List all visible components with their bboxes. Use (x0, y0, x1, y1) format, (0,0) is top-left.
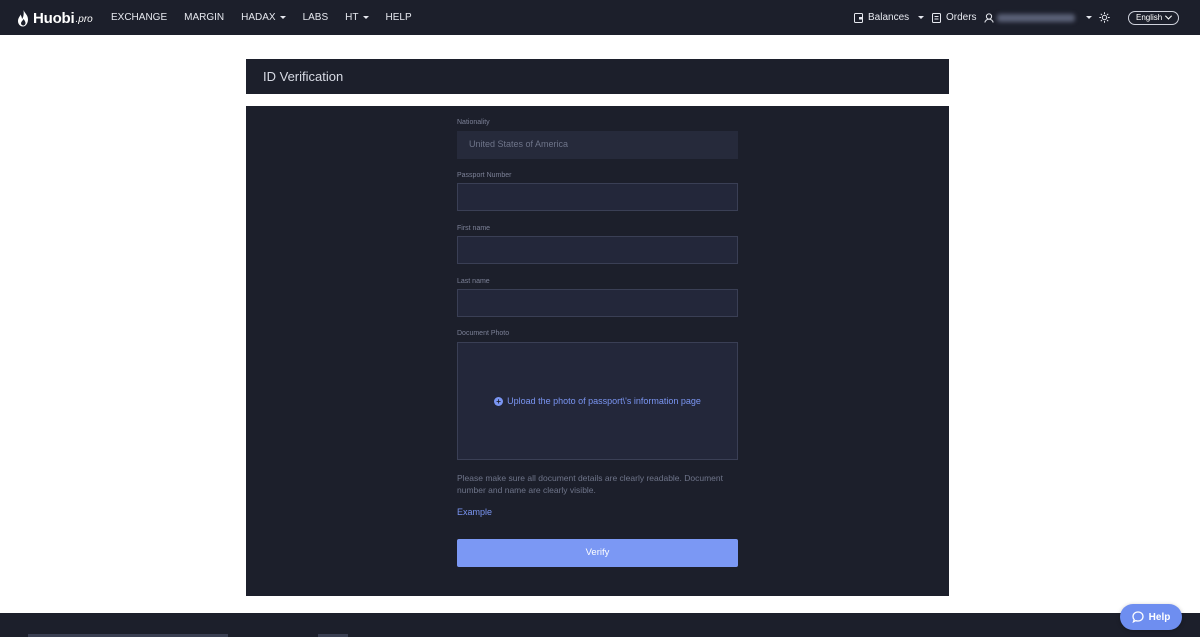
language-button[interactable]: English (1128, 10, 1180, 25)
balances-menu[interactable]: Balances (854, 0, 925, 35)
verify-button[interactable]: Verify (457, 539, 738, 567)
document-photo-label: Document Photo (457, 330, 510, 337)
nationality-label: Nationality (457, 119, 490, 126)
caret-down-icon (279, 16, 286, 19)
sun-icon (1099, 12, 1110, 23)
upload-text: Upload the photo of passport\'s informat… (507, 396, 701, 406)
passport-number-label: Passport Number (457, 172, 512, 179)
user-icon (984, 12, 994, 23)
nav-hadax-label: HADAX (241, 12, 276, 23)
balances-label: Balances (868, 12, 910, 23)
brand-tld: .pro (75, 14, 93, 25)
account-email-redacted (997, 13, 1075, 22)
nav-margin[interactable]: MARGIN (184, 12, 224, 23)
nav-hadax[interactable]: HADAX (241, 12, 286, 23)
document-icon (932, 12, 941, 23)
wallet-icon (854, 12, 863, 23)
nationality-value: United States of America (469, 139, 569, 149)
caret-down-icon (918, 16, 925, 19)
last-name-label: Last name (457, 278, 490, 285)
account-menu[interactable] (984, 0, 1092, 35)
first-name-label: First name (457, 225, 491, 232)
brand-name: Huobi (33, 9, 75, 27)
main-nav: EXCHANGE MARGIN HADAX LABS HT HELP (111, 0, 429, 35)
plus-circle-icon: + (494, 396, 504, 406)
nav-ht-label: HT (345, 12, 359, 23)
chat-bubble-icon (1132, 611, 1144, 623)
help-label: Help (1148, 611, 1171, 623)
caret-down-icon (1086, 16, 1092, 19)
last-name-input[interactable] (457, 289, 738, 317)
theme-toggle[interactable] (1099, 0, 1110, 35)
page-title: ID Verification (263, 69, 344, 84)
nav-ht[interactable]: HT (345, 12, 369, 23)
help-chat-button[interactable]: Help (1120, 604, 1182, 630)
nav-exchange[interactable]: EXCHANGE (111, 12, 167, 23)
flame-icon (18, 9, 28, 26)
language-selector[interactable]: English (1128, 0, 1180, 35)
orders-link[interactable]: Orders (932, 0, 977, 35)
top-navbar: Huobi .pro EXCHANGE MARGIN HADAX LABS HT… (0, 0, 1200, 35)
nav-help[interactable]: HELP (386, 12, 412, 23)
huobi-logo[interactable]: Huobi .pro (17, 8, 93, 28)
nav-labs[interactable]: LABS (303, 12, 329, 23)
passport-number-input[interactable] (457, 183, 738, 211)
document-photo-upload[interactable]: + Upload the photo of passport\'s inform… (457, 342, 738, 460)
first-name-input[interactable] (457, 236, 738, 264)
example-link[interactable]: Example (457, 507, 492, 517)
nationality-field: United States of America (457, 131, 738, 159)
document-hint: Please make sure all document details ar… (457, 473, 723, 495)
page-header: ID Verification (246, 59, 949, 94)
language-label: English (1136, 13, 1163, 22)
caret-down-icon (362, 16, 369, 19)
page-footer (0, 613, 1200, 637)
verification-form: Nationality United States of America Pas… (246, 106, 949, 596)
chevron-down-icon (1165, 12, 1173, 20)
orders-label: Orders (946, 12, 977, 23)
upload-prompt[interactable]: + Upload the photo of passport\'s inform… (458, 396, 737, 406)
